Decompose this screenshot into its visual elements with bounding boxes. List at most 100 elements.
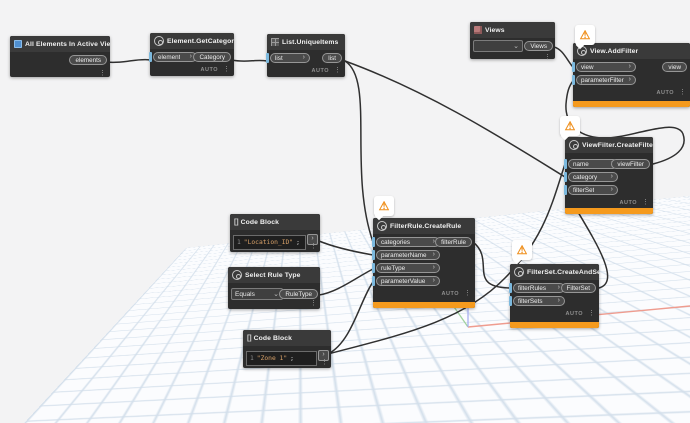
node-views[interactable]: Views ⌄ Views ⋮ <box>470 22 555 61</box>
node-menu-icon[interactable]: ⋮ <box>679 89 686 96</box>
output-port-filterset[interactable]: FilterSet <box>560 283 596 293</box>
output-port-list[interactable]: list <box>322 53 342 63</box>
output-port-elements[interactable]: elements <box>69 55 107 65</box>
lacing-auto-label[interactable]: AUTO <box>312 68 329 74</box>
input-port-view[interactable]: view › <box>572 62 636 72</box>
node-title: ViewFilter.CreateFilter <box>582 141 653 149</box>
node-code-block-zone[interactable]: [ ] Code Block 1 "Zone 1" ; › ⋮ <box>243 330 331 368</box>
chevron-right-icon: › <box>302 54 305 61</box>
node-menu-icon[interactable]: ⋮ <box>223 66 230 73</box>
function-icon <box>154 36 164 46</box>
warning-state-bar <box>565 208 653 214</box>
input-port-filterrules[interactable]: filterRules › <box>509 283 565 293</box>
wire-category-to-list[interactable] <box>231 59 268 62</box>
warning-icon[interactable]: ⚠ <box>512 240 532 260</box>
node-all-elements-in-active-view[interactable]: All Elements In Active View elements ⋮ <box>10 36 110 77</box>
chevron-down-icon: ⌄ <box>513 42 519 50</box>
node-select-rule-type[interactable]: Select Rule Type Equals ⌄ RuleType ⋮ <box>228 267 320 309</box>
wire-list-to-categories[interactable] <box>344 60 374 243</box>
chevron-down-icon: ⌄ <box>273 290 279 298</box>
input-port-list[interactable]: list › <box>266 53 310 63</box>
node-menu-icon[interactable]: ⋮ <box>310 300 317 307</box>
line-number: 1 <box>237 239 241 246</box>
node-title: Element.GetCategory <box>167 37 234 45</box>
node-element-getcategory[interactable]: Element.GetCategory element › Category A… <box>149 33 234 76</box>
connected-port-tab <box>149 52 152 62</box>
chevron-right-icon: › <box>610 186 613 193</box>
input-port-filterset[interactable]: filterSet › <box>564 185 618 195</box>
connected-port-tab <box>372 276 375 286</box>
warning-icon[interactable]: ⚠ <box>374 196 394 216</box>
output-port-filterrule[interactable]: filterRule <box>435 237 472 247</box>
lacing-auto-label[interactable]: AUTO <box>657 90 674 96</box>
node-menu-icon[interactable]: ⋮ <box>588 310 595 317</box>
input-port-filtersets[interactable]: filterSets › <box>509 296 565 306</box>
node-menu-icon[interactable]: ⋮ <box>99 70 106 77</box>
dynamo-canvas[interactable]: ⚠ ⚠ ⚠ ⚠ All Elements In Active View elem… <box>0 0 690 423</box>
code-editor[interactable]: 1 "Zone 1" ; <box>246 351 317 366</box>
node-viewfilter-createfilter[interactable]: ViewFilter.CreateFilter name › category … <box>564 137 653 214</box>
wire-list-to-category[interactable] <box>344 60 566 178</box>
code-editor[interactable]: 1 "Location_ID" ; <box>233 235 306 250</box>
views-dropdown[interactable]: ⌄ <box>473 40 523 52</box>
connected-port-tab <box>509 296 512 306</box>
rule-type-dropdown[interactable]: Equals ⌄ <box>231 288 283 300</box>
node-title: Select Rule Type <box>245 271 301 279</box>
function-icon <box>377 221 387 231</box>
connected-port-tab <box>564 185 567 195</box>
lacing-auto-label[interactable]: AUTO <box>201 67 218 73</box>
function-icon <box>232 270 242 280</box>
connected-port-tab <box>372 263 375 273</box>
warning-state-bar <box>510 322 599 328</box>
node-filterset-createandset[interactable]: FilterSet.CreateAndSet filterRules › fil… <box>509 264 599 328</box>
input-port-ruletype[interactable]: ruleType › <box>372 263 440 273</box>
node-code-block-location[interactable]: [ ] Code Block 1 "Location_ID" ; › ⋮ <box>230 214 320 252</box>
node-menu-icon[interactable]: ⋮ <box>464 290 471 297</box>
node-menu-icon[interactable]: ⋮ <box>642 199 649 206</box>
node-view-addfilter[interactable]: View.AddFilter view › parameterFilter › … <box>572 43 690 107</box>
output-port-view[interactable]: view <box>662 62 687 72</box>
node-title: Code Block <box>240 218 279 226</box>
node-menu-icon[interactable]: ⋮ <box>321 359 328 366</box>
warning-icon[interactable]: ⚠ <box>560 116 580 136</box>
output-port-viewfilter[interactable]: viewFilter <box>611 159 650 169</box>
code-block-icon: [ ] <box>247 334 252 342</box>
wire-filterrule-to-filterrules[interactable] <box>472 241 511 289</box>
chevron-right-icon: › <box>432 251 435 258</box>
input-port-parametervalue[interactable]: parameterValue › <box>372 276 440 286</box>
node-menu-icon[interactable]: ⋮ <box>334 67 341 74</box>
output-port-views[interactable]: Views <box>524 41 553 51</box>
output-port-ruletype[interactable]: RuleType <box>279 289 318 299</box>
connected-port-tab <box>372 237 375 247</box>
line-number: 1 <box>250 355 254 362</box>
function-icon <box>514 267 524 277</box>
list-icon <box>271 38 279 46</box>
node-list-uniqueitems[interactable]: List.UniqueItems list › list AUTO ⋮ <box>266 34 345 77</box>
connected-port-tab <box>564 159 567 169</box>
lacing-auto-label[interactable]: AUTO <box>566 311 583 317</box>
node-menu-icon[interactable]: ⋮ <box>310 243 317 250</box>
chevron-right-icon: › <box>432 264 435 271</box>
input-port-categories[interactable]: categories › <box>372 237 440 247</box>
input-port-element[interactable]: element › <box>149 52 197 62</box>
lacing-auto-label[interactable]: AUTO <box>442 291 459 297</box>
input-port-category[interactable]: category › <box>564 172 618 182</box>
wire-views-to-view[interactable] <box>553 46 573 67</box>
input-port-parameterfilter[interactable]: parameterFilter › <box>572 75 636 85</box>
connected-port-tab <box>266 53 269 63</box>
chevron-right-icon: › <box>557 297 560 304</box>
node-filterrule-createrule[interactable]: FilterRule.CreateRule categories › param… <box>372 218 475 308</box>
warning-state-bar <box>373 302 475 308</box>
input-port-parametername[interactable]: parameterName › <box>372 250 440 260</box>
wire-elements-to-element[interactable] <box>106 58 151 64</box>
wire-ruletype-to-ruletype[interactable] <box>318 268 374 296</box>
lacing-auto-label[interactable]: AUTO <box>620 200 637 206</box>
chevron-right-icon: › <box>557 284 560 291</box>
chevron-right-icon: › <box>628 63 631 70</box>
wire-codeblock-to-parametername[interactable] <box>318 240 374 256</box>
node-menu-icon[interactable]: ⋮ <box>544 54 551 61</box>
output-port-category[interactable]: Category <box>193 52 231 62</box>
code-block-icon: [ ] <box>234 218 239 226</box>
warning-icon[interactable]: ⚠ <box>575 25 595 45</box>
connected-port-tab <box>572 75 575 85</box>
